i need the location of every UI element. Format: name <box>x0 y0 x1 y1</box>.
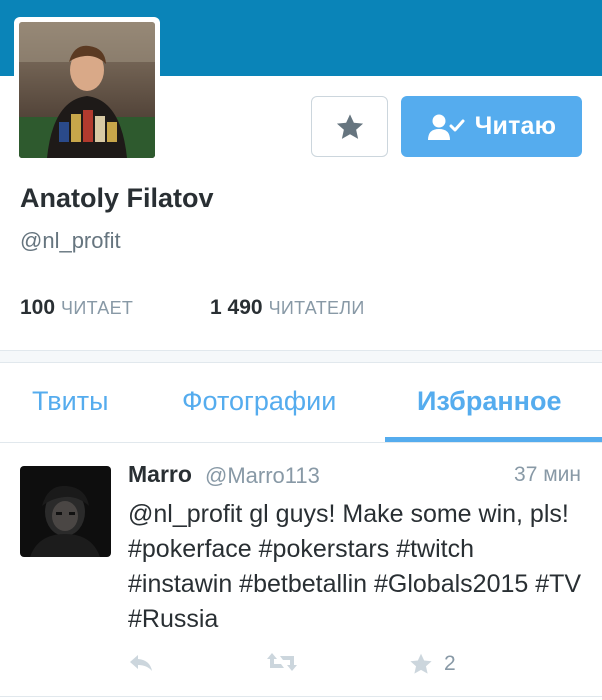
tab-tweets[interactable]: Твиты <box>32 386 109 417</box>
profile-avatar[interactable] <box>14 17 160 163</box>
retweet-button[interactable] <box>266 651 298 673</box>
favorite-icon <box>410 653 432 674</box>
tweet-text: @nl_profit gl guys! Make some win, pls! … <box>128 500 582 633</box>
following-label: ЧИТАЕТ <box>61 298 134 318</box>
tweet-author-handle[interactable]: @Marro113 <box>205 463 320 489</box>
favorite-button[interactable]: 2 <box>408 651 456 677</box>
section-separator <box>0 350 602 363</box>
following-button[interactable]: Читаю <box>401 96 582 157</box>
tweet-divider <box>0 696 602 697</box>
reply-button[interactable] <box>127 651 155 675</box>
followers-stat[interactable]: 1 490 ЧИТАТЕЛИ <box>210 296 365 320</box>
star-button[interactable] <box>311 96 388 157</box>
following-stat[interactable]: 100 ЧИТАЕТ <box>20 296 134 319</box>
followers-label: ЧИТАТЕЛИ <box>268 298 365 318</box>
tweet-author-name[interactable]: Marro <box>128 461 192 488</box>
profile-avatar-image <box>19 22 155 158</box>
profile-name: Anatoly Filatov <box>20 183 214 213</box>
follow-check-icon <box>427 114 465 140</box>
favorite-count: 2 <box>444 652 456 675</box>
tweet-timestamp: 37 мин <box>514 463 581 486</box>
tabs-divider <box>0 442 602 443</box>
followers-count: 1 490 <box>210 296 263 319</box>
following-button-label: Читаю <box>474 112 557 140</box>
reply-icon <box>130 655 152 671</box>
tweet-author-avatar[interactable] <box>20 466 111 557</box>
profile-tabs: Твиты Фотографии Избранное <box>0 364 602 444</box>
retweet-icon <box>267 653 297 671</box>
star-icon <box>336 113 363 139</box>
profile-stats: 100 ЧИТАЕТ 1 490 ЧИТАТЕЛИ <box>20 296 364 320</box>
tab-favorites[interactable]: Избранное <box>417 386 561 417</box>
tab-photos[interactable]: Фотографии <box>182 386 336 417</box>
profile-handle: @nl_profit <box>20 228 121 253</box>
following-count: 100 <box>20 296 56 319</box>
